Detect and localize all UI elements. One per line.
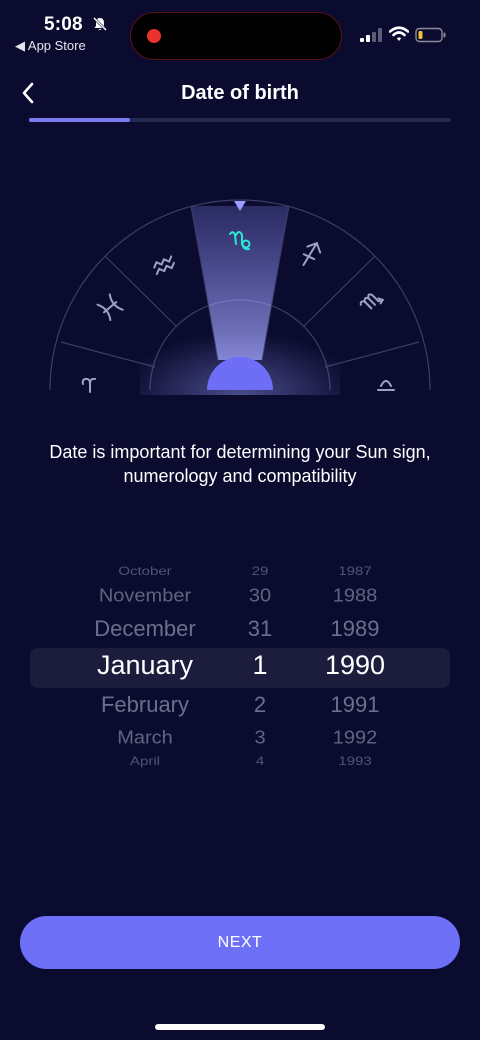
day-option[interactable]: 3 xyxy=(225,727,295,749)
month-wheel[interactable]: October November December January February Ma… xyxy=(40,552,250,782)
month-option[interactable]: January xyxy=(40,650,250,681)
day-option[interactable]: 29 xyxy=(225,564,295,579)
year-option[interactable]: 1992 xyxy=(300,727,410,749)
month-option[interactable]: March xyxy=(40,727,250,749)
year-option[interactable]: 1991 xyxy=(300,692,410,718)
back-to-app-store-link[interactable]: ◀ App Store xyxy=(15,38,86,54)
cellular-signal-icon xyxy=(360,28,382,42)
month-option[interactable]: December xyxy=(40,616,250,642)
year-option[interactable]: 1988 xyxy=(300,585,410,607)
month-option[interactable]: October xyxy=(40,564,250,579)
day-option[interactable]: 1 xyxy=(225,650,295,681)
recording-indicator-icon xyxy=(147,29,161,43)
year-option[interactable]: 1993 xyxy=(300,754,410,769)
day-option[interactable]: 2 xyxy=(225,692,295,718)
date-picker[interactable]: October November December January February Ma… xyxy=(0,552,480,782)
dynamic-island xyxy=(130,12,342,60)
day-option[interactable]: 31 xyxy=(225,616,295,642)
year-option[interactable]: 1987 xyxy=(300,564,410,579)
next-button[interactable]: NEXT xyxy=(20,916,460,969)
page-title: Date of birth xyxy=(181,82,299,104)
description-text: Date is important for determining your S… xyxy=(49,442,431,486)
day-option[interactable]: 4 xyxy=(225,754,295,769)
day-wheel[interactable]: 29 30 31 1 2 3 4 xyxy=(225,552,295,782)
month-option[interactable]: February xyxy=(40,692,250,718)
aquarius-icon xyxy=(153,255,175,276)
sagittarius-icon xyxy=(302,241,322,267)
progress-bar-fill xyxy=(29,118,131,122)
silent-bell-icon xyxy=(93,17,107,31)
progress-bar xyxy=(29,118,451,122)
year-option[interactable]: 1989 xyxy=(300,616,410,642)
clock: 5:08 xyxy=(44,14,83,35)
scorpio-icon xyxy=(359,293,385,310)
month-option[interactable]: November xyxy=(40,585,250,607)
year-wheel[interactable]: 1987 1988 1989 1990 1991 1992 1993 xyxy=(300,552,410,782)
month-option[interactable]: April xyxy=(40,754,250,769)
home-indicator[interactable] xyxy=(155,1024,325,1030)
pisces-icon xyxy=(96,293,124,322)
day-option[interactable]: 30 xyxy=(225,585,295,607)
zodiac-wheel[interactable] xyxy=(40,190,440,395)
status-bar: 5:08 ◀ App Store xyxy=(0,0,480,64)
libra-icon xyxy=(377,380,395,391)
battery-low-icon xyxy=(415,27,446,43)
year-option[interactable]: 1990 xyxy=(300,650,410,681)
aries-icon xyxy=(81,377,96,393)
wifi-icon xyxy=(389,26,409,41)
